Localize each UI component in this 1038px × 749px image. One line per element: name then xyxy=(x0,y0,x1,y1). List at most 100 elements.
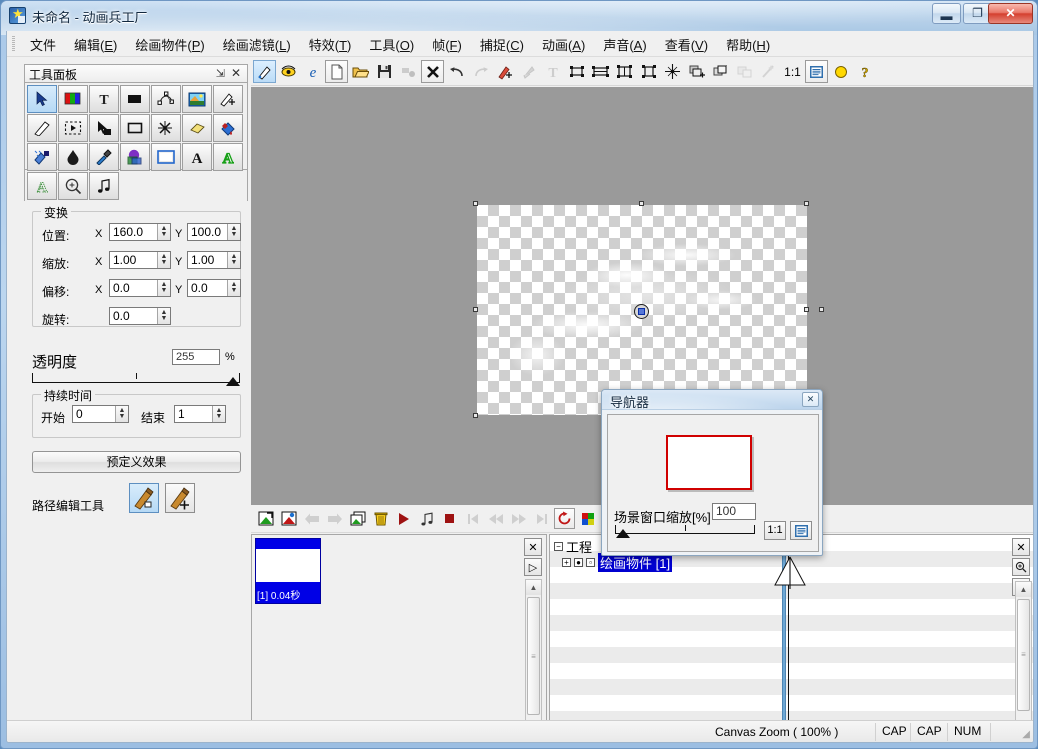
scroll-up-icon[interactable]: ▲ xyxy=(1016,582,1031,597)
fit-window-icon[interactable] xyxy=(805,60,828,83)
timeline-zoom-in-button[interactable] xyxy=(1012,558,1030,576)
position-x-input[interactable]: ▲▼ xyxy=(109,223,171,241)
spinner-arrows[interactable]: ▲▼ xyxy=(115,406,128,422)
pointer-fill-tool[interactable] xyxy=(89,114,119,142)
opacity-slider-track[interactable] xyxy=(32,373,240,383)
canvas-frame-tool[interactable] xyxy=(151,143,181,171)
first-frame-icon[interactable] xyxy=(462,508,483,529)
navigator-close-button[interactable]: ✕ xyxy=(802,392,819,407)
menu-sound[interactable]: 声音(A) xyxy=(594,32,655,57)
export-icon[interactable] xyxy=(397,60,420,83)
explorer-e-icon[interactable]: e xyxy=(301,60,324,83)
menu-frame[interactable]: 帧(F) xyxy=(423,32,471,57)
paint-bucket-tool[interactable] xyxy=(213,114,243,142)
spinner-arrows[interactable]: ▲▼ xyxy=(227,252,240,268)
text-T-icon[interactable]: T xyxy=(541,60,564,83)
menu-edit[interactable]: 编辑(E) xyxy=(65,32,126,57)
duration-end-value[interactable] xyxy=(175,406,212,422)
color-palette-tool[interactable] xyxy=(58,85,88,113)
timeline-row[interactable] xyxy=(550,679,1034,695)
spinner-arrows[interactable]: ▲▼ xyxy=(227,280,240,296)
navigator-fit-window-button[interactable] xyxy=(790,521,812,540)
offset-y-input[interactable]: ▲▼ xyxy=(187,279,241,297)
menu-effects[interactable]: 特效(T) xyxy=(300,32,361,57)
yellow-circle-icon[interactable] xyxy=(829,60,852,83)
particle-text-tool[interactable]: A xyxy=(27,172,57,200)
music-note-tool[interactable] xyxy=(89,172,119,200)
visibility-toggle-icon[interactable]: ● xyxy=(574,558,583,567)
rotation-input[interactable]: ▲▼ xyxy=(109,307,171,325)
navigator-viewport-thumbnail[interactable] xyxy=(666,435,752,490)
minimize-button[interactable]: ▬ xyxy=(932,3,961,24)
scale-y-input[interactable]: ▲▼ xyxy=(187,251,241,269)
spinner-arrows[interactable]: ▲▼ xyxy=(227,224,240,240)
move-frame-left-icon[interactable] xyxy=(301,508,322,529)
last-frame-icon[interactable] xyxy=(531,508,552,529)
close-frame-panel-button[interactable]: ✕ xyxy=(524,538,542,556)
offset-y-value[interactable] xyxy=(188,280,227,296)
selection-handle-tr[interactable] xyxy=(804,201,809,206)
blur-drop-tool[interactable] xyxy=(58,143,88,171)
align-object-2-icon[interactable] xyxy=(589,60,612,83)
group-objects-icon[interactable] xyxy=(733,60,756,83)
ratio-1-1-label[interactable]: 1:1 xyxy=(781,60,804,83)
next-frame-icon[interactable] xyxy=(508,508,529,529)
magic-wand-tool[interactable] xyxy=(151,114,181,142)
expander-icon[interactable]: + xyxy=(562,558,571,567)
lock-toggle-icon[interactable]: ▫ xyxy=(586,558,595,567)
filled-rect-tool[interactable] xyxy=(120,85,150,113)
eraser-tool[interactable] xyxy=(182,114,212,142)
timeline-row[interactable] xyxy=(550,695,1034,711)
duplicate-frame-icon[interactable] xyxy=(347,508,368,529)
timeline-row[interactable] xyxy=(550,631,1034,647)
spinner-arrows[interactable]: ▲▼ xyxy=(157,308,170,324)
image-object-tool[interactable] xyxy=(182,85,212,113)
resize-grip-icon[interactable]: ◢ xyxy=(1022,729,1030,740)
save-disk-icon[interactable] xyxy=(373,60,396,83)
path-edit-node-button[interactable] xyxy=(129,483,159,513)
close-button[interactable]: ✕ xyxy=(988,3,1033,24)
frame-options-button[interactable]: ▷ xyxy=(524,558,542,576)
align-object-4-icon[interactable] xyxy=(637,60,660,83)
offset-x-value[interactable] xyxy=(110,280,157,296)
timeline-row[interactable] xyxy=(550,663,1034,679)
position-y-value[interactable] xyxy=(188,224,227,240)
navigator-zoom-slider-track[interactable] xyxy=(615,525,755,534)
duration-start-value[interactable] xyxy=(73,406,115,422)
delete-x-icon[interactable] xyxy=(421,60,444,83)
scale-x-value[interactable] xyxy=(110,252,157,268)
prev-frame-icon[interactable] xyxy=(485,508,506,529)
position-x-value[interactable] xyxy=(110,224,157,240)
select-arrow-tool[interactable] xyxy=(27,85,57,113)
zoom-tool[interactable] xyxy=(58,172,88,200)
eyedropper-tool[interactable] xyxy=(89,143,119,171)
selection-handle-ml[interactable] xyxy=(473,307,478,312)
add-frame-icon[interactable] xyxy=(255,508,276,529)
duration-start-input[interactable]: ▲▼ xyxy=(72,405,129,423)
scrollbar-thumb[interactable]: ≡ xyxy=(1017,599,1030,711)
navigator-titlebar[interactable]: 导航器 ✕ xyxy=(602,390,822,410)
insert-frame-icon[interactable] xyxy=(278,508,299,529)
marquee-select-tool[interactable] xyxy=(58,114,88,142)
expander-icon[interactable]: − xyxy=(554,542,563,551)
scale-y-value[interactable] xyxy=(188,252,227,268)
gradient-fill-tool[interactable] xyxy=(27,143,57,171)
timeline-row[interactable] xyxy=(550,647,1034,663)
menu-paint-object[interactable]: 绘画物件(P) xyxy=(126,32,213,57)
pen-select-icon[interactable] xyxy=(253,60,276,83)
duration-end-input[interactable]: ▲▼ xyxy=(174,405,226,423)
rotation-value[interactable] xyxy=(110,308,157,324)
menu-animation[interactable]: 动画(A) xyxy=(533,32,594,57)
selection-handle-bl[interactable] xyxy=(473,413,478,418)
move-frame-right-icon[interactable] xyxy=(324,508,345,529)
undo-icon[interactable] xyxy=(445,60,468,83)
outline-text-tool[interactable]: A xyxy=(213,143,243,171)
spinner-arrows[interactable]: ▲▼ xyxy=(212,406,225,422)
open-folder-icon[interactable] xyxy=(349,60,372,83)
object-pivot-handle[interactable] xyxy=(634,304,649,319)
path-add-node-button[interactable] xyxy=(165,483,195,513)
duplicate-add-icon[interactable] xyxy=(685,60,708,83)
opacity-value[interactable]: 255 xyxy=(172,349,220,365)
scrollbar-thumb[interactable]: ≡ xyxy=(527,597,540,715)
delete-frame-trash-icon[interactable] xyxy=(370,508,391,529)
